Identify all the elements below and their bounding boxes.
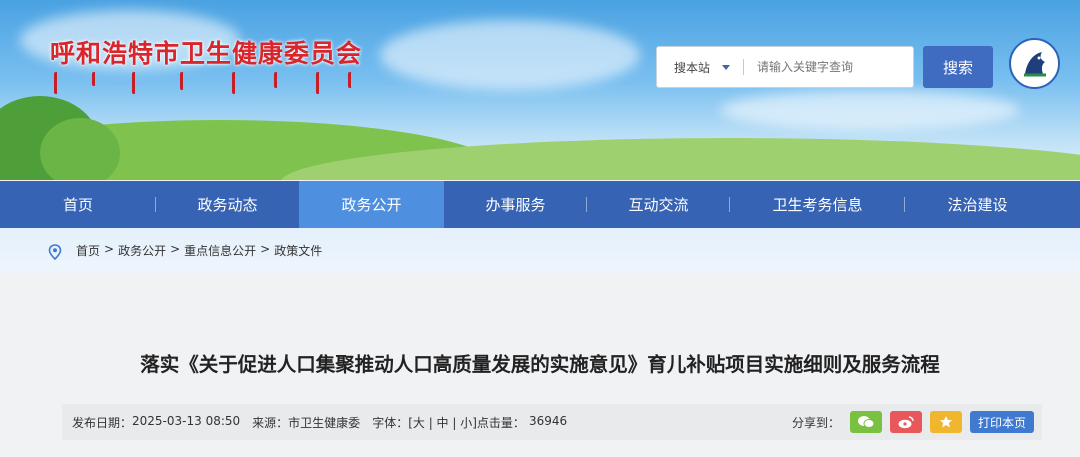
nav-item-gov-open[interactable]: 政务公开 xyxy=(299,181,444,228)
nav-item-label: 卫生考务信息 xyxy=(772,196,863,214)
star-icon xyxy=(939,416,952,428)
wechat-icon xyxy=(857,416,875,428)
search-button[interactable]: 搜索 xyxy=(923,46,993,88)
nav-item-label: 办事服务 xyxy=(485,196,546,214)
share-label: 分享到： xyxy=(791,415,840,430)
search-scope-select[interactable]: 搜本站 xyxy=(657,47,743,87)
breadcrumb-home[interactable]: 首页 xyxy=(76,242,100,259)
print-button[interactable]: 打印本页 xyxy=(969,411,1034,433)
nav-item-services[interactable]: 办事服务 xyxy=(444,181,587,228)
nav-item-label: 互动交流 xyxy=(628,196,689,214)
nav-item-news[interactable]: 政务动态 xyxy=(156,181,299,228)
breadcrumb-bar: 首页 > 政务公开 > 重点信息公开 > 政策文件 xyxy=(0,228,1080,273)
search-input[interactable] xyxy=(744,47,913,87)
nav-item-rule-of-law[interactable]: 法治建设 xyxy=(905,181,1050,228)
nav-item-home[interactable]: 首页 xyxy=(0,181,156,228)
nav-item-exam-info[interactable]: 卫生考务信息 xyxy=(730,181,905,228)
font-size-label: 字体： xyxy=(372,415,409,430)
mongolian-script-logo xyxy=(52,72,352,96)
click-count-label: 点击量： xyxy=(476,415,525,430)
click-count: 36946 xyxy=(528,413,568,428)
breadcrumb: 首页 > 政务公开 > 重点信息公开 > 政策文件 xyxy=(76,242,322,259)
weibo-icon xyxy=(898,416,914,429)
publish-date: 2025-03-13 08:50 xyxy=(132,413,241,428)
location-pin-icon xyxy=(48,243,62,260)
favorite-button[interactable] xyxy=(929,411,962,433)
breadcrumb-policy-docs[interactable]: 政策文件 xyxy=(274,242,322,259)
search-box: 搜本站 xyxy=(656,46,914,88)
weibo-share-button[interactable] xyxy=(889,411,922,433)
publish-date-label: 发布日期： xyxy=(72,415,133,430)
source-label: 来源： xyxy=(252,415,289,430)
header-banner: 呼和浩特市卫生健康委员会 搜本站 搜索 xyxy=(0,0,1080,180)
breadcrumb-separator: > xyxy=(170,242,181,256)
wechat-share-button[interactable] xyxy=(849,411,882,433)
nav-item-interaction[interactable]: 互动交流 xyxy=(587,181,730,228)
breadcrumb-gov-open[interactable]: 政务公开 xyxy=(118,242,166,259)
article-meta-bar: 发布日期： 2025-03-13 08:50 来源： 市卫生健康委 字体： [大… xyxy=(62,404,1042,440)
chevron-down-icon xyxy=(722,64,731,70)
nav-item-label: 法治建设 xyxy=(947,196,1008,214)
article-title: 落实《关于促进人口集聚推动人口高质量发展的实施意见》育儿补贴项目实施细则及服务流… xyxy=(140,353,940,376)
font-size-switch[interactable]: [大 | 中 | 小] xyxy=(408,414,477,431)
main-nav: 首页 政务动态 政务公开 办事服务 互动交流 卫生考务信息 法治建设 xyxy=(0,181,1080,228)
breadcrumb-separator: > xyxy=(260,242,271,256)
source: 市卫生健康委 xyxy=(288,415,361,430)
share-area: 分享到： 打印本页 xyxy=(792,411,1042,433)
article-meta: 发布日期： 2025-03-13 08:50 来源： 市卫生健康委 字体： [大… xyxy=(62,414,567,431)
nav-item-label: 政务公开 xyxy=(341,196,402,214)
breadcrumb-key-info[interactable]: 重点信息公开 xyxy=(184,242,256,259)
nav-item-label: 政务动态 xyxy=(197,196,258,214)
search-scope-label: 搜本站 xyxy=(674,60,711,75)
emblem-logo-icon[interactable] xyxy=(1009,38,1060,89)
nav-item-label: 首页 xyxy=(62,196,93,214)
site-title[interactable]: 呼和浩特市卫生健康委员会 xyxy=(50,34,362,70)
breadcrumb-separator: > xyxy=(104,242,115,256)
